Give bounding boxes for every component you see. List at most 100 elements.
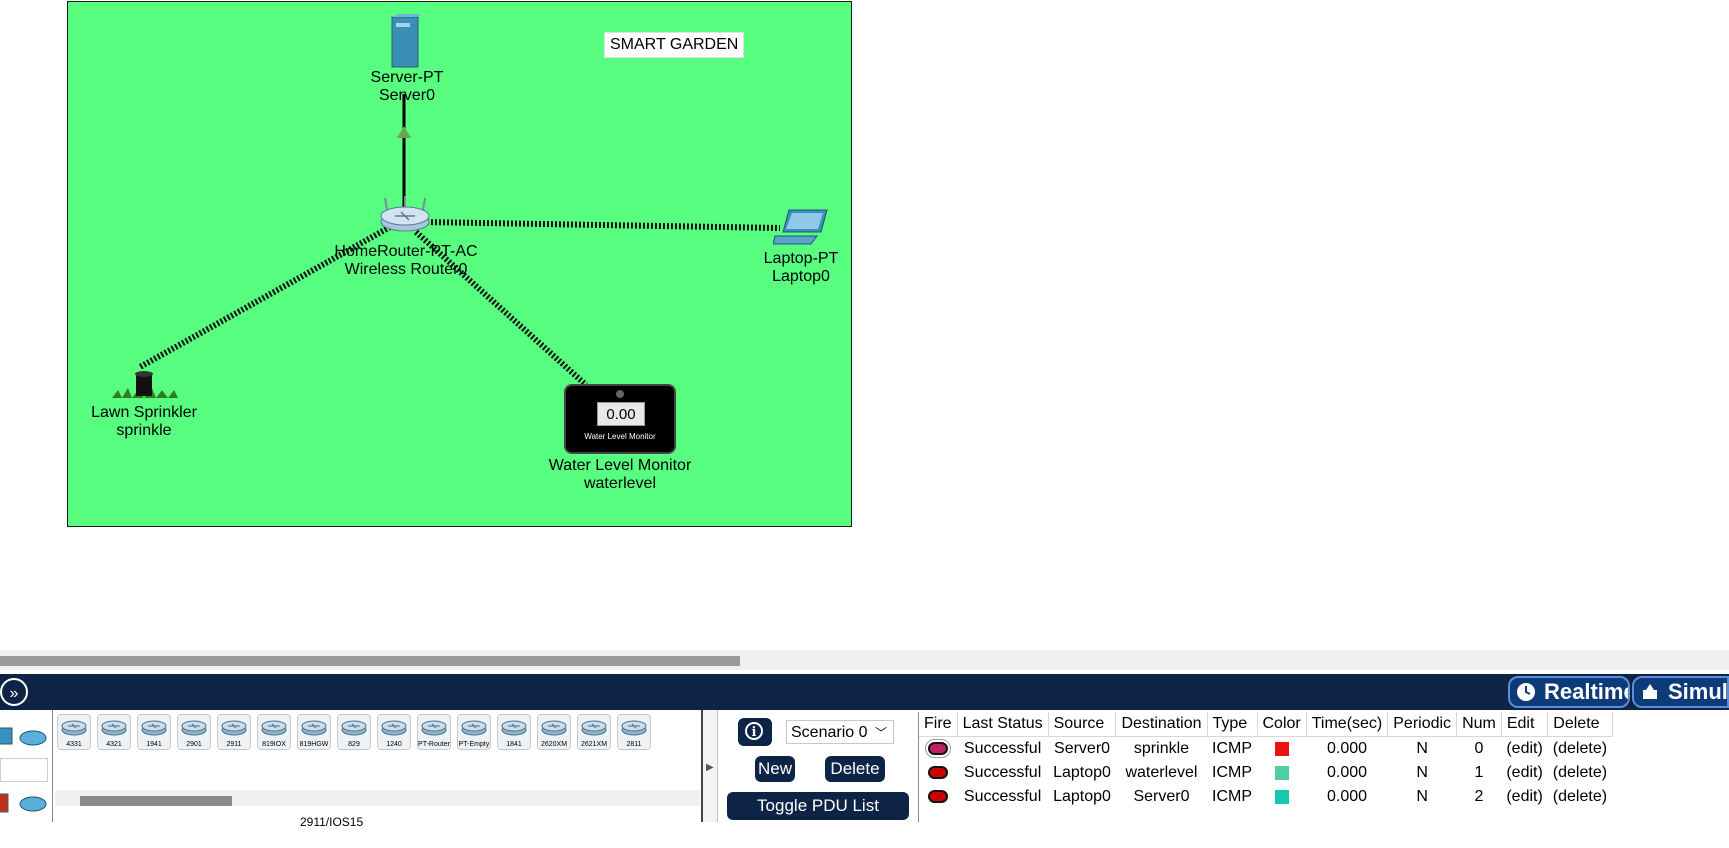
router-model-icon	[141, 720, 167, 736]
pdu-column-header[interactable]: Type	[1207, 712, 1258, 737]
delete-scenario-button[interactable]: Delete	[825, 756, 885, 782]
fast-forward-icon[interactable]: »	[0, 678, 28, 706]
device-tray-item-label: PT-Router	[418, 741, 450, 748]
workspace-scroll-thumb[interactable]	[0, 656, 740, 666]
category-switch-icon[interactable]	[0, 724, 16, 746]
pdu-edit-cell[interactable]: (edit)	[1501, 761, 1547, 785]
server-icon[interactable]	[388, 14, 420, 70]
category-device-icon[interactable]	[0, 790, 12, 814]
category-wireless-cloud-icon[interactable]	[18, 794, 48, 814]
router-model-icon	[221, 720, 247, 736]
device-tray-item[interactable]: 1841	[497, 714, 531, 750]
router-model-icon	[421, 720, 447, 736]
pdu-num-cell: 2	[1474, 788, 1484, 805]
pdu-source-cell: Server0	[1054, 740, 1111, 757]
scenario-select[interactable]: Scenario 0 ﹀	[786, 720, 894, 744]
fire-icon[interactable]	[928, 766, 949, 780]
realtime-mode-button[interactable]: Realtime	[1508, 676, 1630, 708]
pdu-type-cell: ICMP	[1212, 740, 1252, 757]
pdu-column-header[interactable]: Destination	[1115, 712, 1208, 737]
fire-icon[interactable]	[928, 790, 949, 804]
router-model-icon	[581, 720, 607, 736]
pdu-edit-cell[interactable]: (edit)	[1501, 737, 1547, 762]
pdu-destination-cell: sprinkle	[1133, 740, 1190, 757]
device-tray-item[interactable]: 2620XM	[537, 714, 571, 750]
pdu-edit-cell[interactable]: (edit)	[1501, 785, 1547, 809]
pdu-column-header[interactable]: Source	[1048, 712, 1117, 737]
new-scenario-button[interactable]: New	[755, 756, 795, 782]
device-tray-item[interactable]: PT-Router	[417, 714, 451, 750]
expand-arrow-icon[interactable]: ▶	[706, 762, 714, 773]
pdu-column-header[interactable]: Fire	[919, 712, 958, 737]
device-tray-item[interactable]: 2621XM	[577, 714, 611, 750]
info-icon: i	[745, 722, 763, 740]
pdu-row[interactable]: Successful Laptop0 Server0 ICMP 0.000 N 2 (edit…	[919, 785, 1612, 809]
server-model: Server-PT	[370, 69, 444, 86]
pdu-delete-cell[interactable]: (delete)	[1548, 737, 1612, 762]
laptop-icon[interactable]	[773, 208, 829, 246]
device-tray-item[interactable]: 2811	[617, 714, 651, 750]
pdu-periodic-cell: N	[1416, 764, 1428, 781]
pdu-column-header[interactable]: Periodic	[1387, 712, 1458, 737]
router-model-icon	[501, 720, 527, 736]
router-model-icon	[301, 720, 327, 736]
fire-icon[interactable]	[925, 739, 952, 759]
chevron-down-icon: ﹀	[874, 726, 887, 740]
link-status-arrow	[397, 126, 411, 138]
device-tray-item[interactable]: 819IOX	[257, 714, 291, 750]
monitor-sensor-dot	[616, 390, 624, 398]
device-tray-item-label: 829	[348, 741, 360, 748]
pdu-destination-cell: Server0	[1133, 788, 1190, 805]
pdu-destination-cell: waterlevel	[1125, 764, 1198, 781]
pdu-column-header[interactable]: Time(sec)	[1306, 712, 1389, 737]
pdu-row[interactable]: Successful Laptop0 waterlevel ICMP 0.000 N 1 (e…	[919, 761, 1612, 785]
device-tray-item[interactable]: PT-Empty	[457, 714, 491, 750]
router-model: HomeRouter-PT-AC	[334, 243, 478, 260]
device-tray-selected-model: 2911/IOS15	[300, 815, 364, 829]
device-tray-item[interactable]: 2911	[217, 714, 251, 750]
pdu-column-header[interactable]: Edit	[1501, 712, 1549, 737]
pdu-status-cell: Successful	[963, 740, 1042, 757]
sprinkler-name: sprinkle	[116, 422, 172, 439]
pdu-num-cell: 1	[1474, 764, 1484, 781]
router-model-icon	[261, 720, 287, 736]
device-tray-item[interactable]: 4331	[57, 714, 91, 750]
water-level-monitor-device[interactable]: 0.00 Water Level Monitor	[564, 384, 676, 454]
category-cloud-icon[interactable]	[18, 726, 48, 746]
lawn-sprinkler-icon[interactable]	[108, 366, 180, 400]
wireless-router-icon[interactable]	[379, 196, 431, 232]
pdu-fire-cell[interactable]	[919, 761, 957, 785]
device-tray-scroll-thumb[interactable]	[80, 796, 232, 806]
device-tray-item-label: PT-Empty	[458, 741, 490, 748]
device-tray-item[interactable]: 4321	[97, 714, 131, 750]
device-tray-item[interactable]: 1941	[137, 714, 171, 750]
pdu-delete-cell[interactable]: (delete)	[1548, 785, 1612, 809]
router-model-icon	[341, 720, 367, 736]
monitor-screen-caption: Water Level Monitor	[584, 432, 656, 441]
simulation-mode-button[interactable]: Simulat	[1632, 676, 1729, 708]
device-tray-item[interactable]: 829	[337, 714, 371, 750]
device-tray-item[interactable]: 819HGW	[297, 714, 331, 750]
pdu-column-header[interactable]: Last Status	[957, 712, 1049, 737]
device-tray-item[interactable]: 1240	[377, 714, 411, 750]
router-model-icon	[541, 720, 567, 736]
device-tray-item-label: 2621XM	[580, 741, 608, 748]
sprinkler-model: Lawn Sprinkler	[91, 404, 197, 421]
pdu-color-cell	[1257, 761, 1306, 785]
wireless-link-laptop[interactable]	[422, 219, 781, 231]
pdu-fire-cell[interactable]	[919, 737, 957, 762]
logical-workspace[interactable]: SMART GARDEN Server-PT Server0 HomeRoute…	[0, 0, 1729, 650]
pdu-type-cell: ICMP	[1212, 764, 1252, 781]
pdu-delete-cell[interactable]: (delete)	[1548, 761, 1612, 785]
category-search-box[interactable]	[0, 758, 48, 782]
pdu-fire-cell[interactable]	[919, 785, 957, 809]
topology-canvas[interactable]: SMART GARDEN Server-PT Server0 HomeRoute…	[67, 1, 852, 527]
scenario-info-button[interactable]: i	[738, 718, 772, 746]
device-tray-item-label: 2620XM	[540, 741, 568, 748]
toggle-pdu-list-button[interactable]: Toggle PDU List Window	[727, 792, 909, 843]
pdu-row[interactable]: Successful Server0 sprinkle ICMP 0.000 N 0 (edi…	[919, 737, 1612, 762]
pdu-column-header[interactable]: Color	[1257, 712, 1307, 737]
pdu-column-header[interactable]: Num	[1456, 712, 1502, 737]
device-tray-item[interactable]: 2901	[177, 714, 211, 750]
pdu-column-header[interactable]: Delete	[1547, 712, 1613, 737]
